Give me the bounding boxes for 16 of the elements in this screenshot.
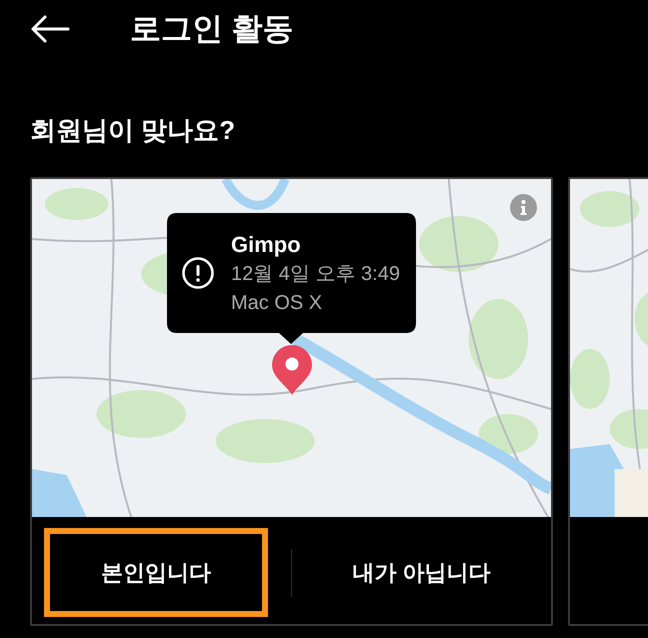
arrow-left-icon[interactable]: [30, 15, 70, 43]
location-pin-icon: [272, 345, 312, 395]
land-area: [614, 469, 648, 517]
login-time: 12월 4일 오후 3:49: [231, 262, 400, 286]
sea-area: [32, 469, 87, 517]
device-name: Mac OS X: [231, 290, 324, 316]
screen-title: 로그인 활동: [130, 10, 294, 48]
info-icon[interactable]: [510, 194, 537, 221]
section-heading: 회원님이 맞나요?: [30, 114, 236, 147]
park-area: [478, 414, 538, 454]
park-area: [580, 191, 640, 227]
exclamation-icon: [182, 257, 214, 289]
action-button[interactable]: 본인입니다: [44, 528, 268, 617]
location-name: Gimpo: [231, 230, 302, 259]
park-area: [44, 188, 108, 220]
river: [222, 179, 290, 210]
